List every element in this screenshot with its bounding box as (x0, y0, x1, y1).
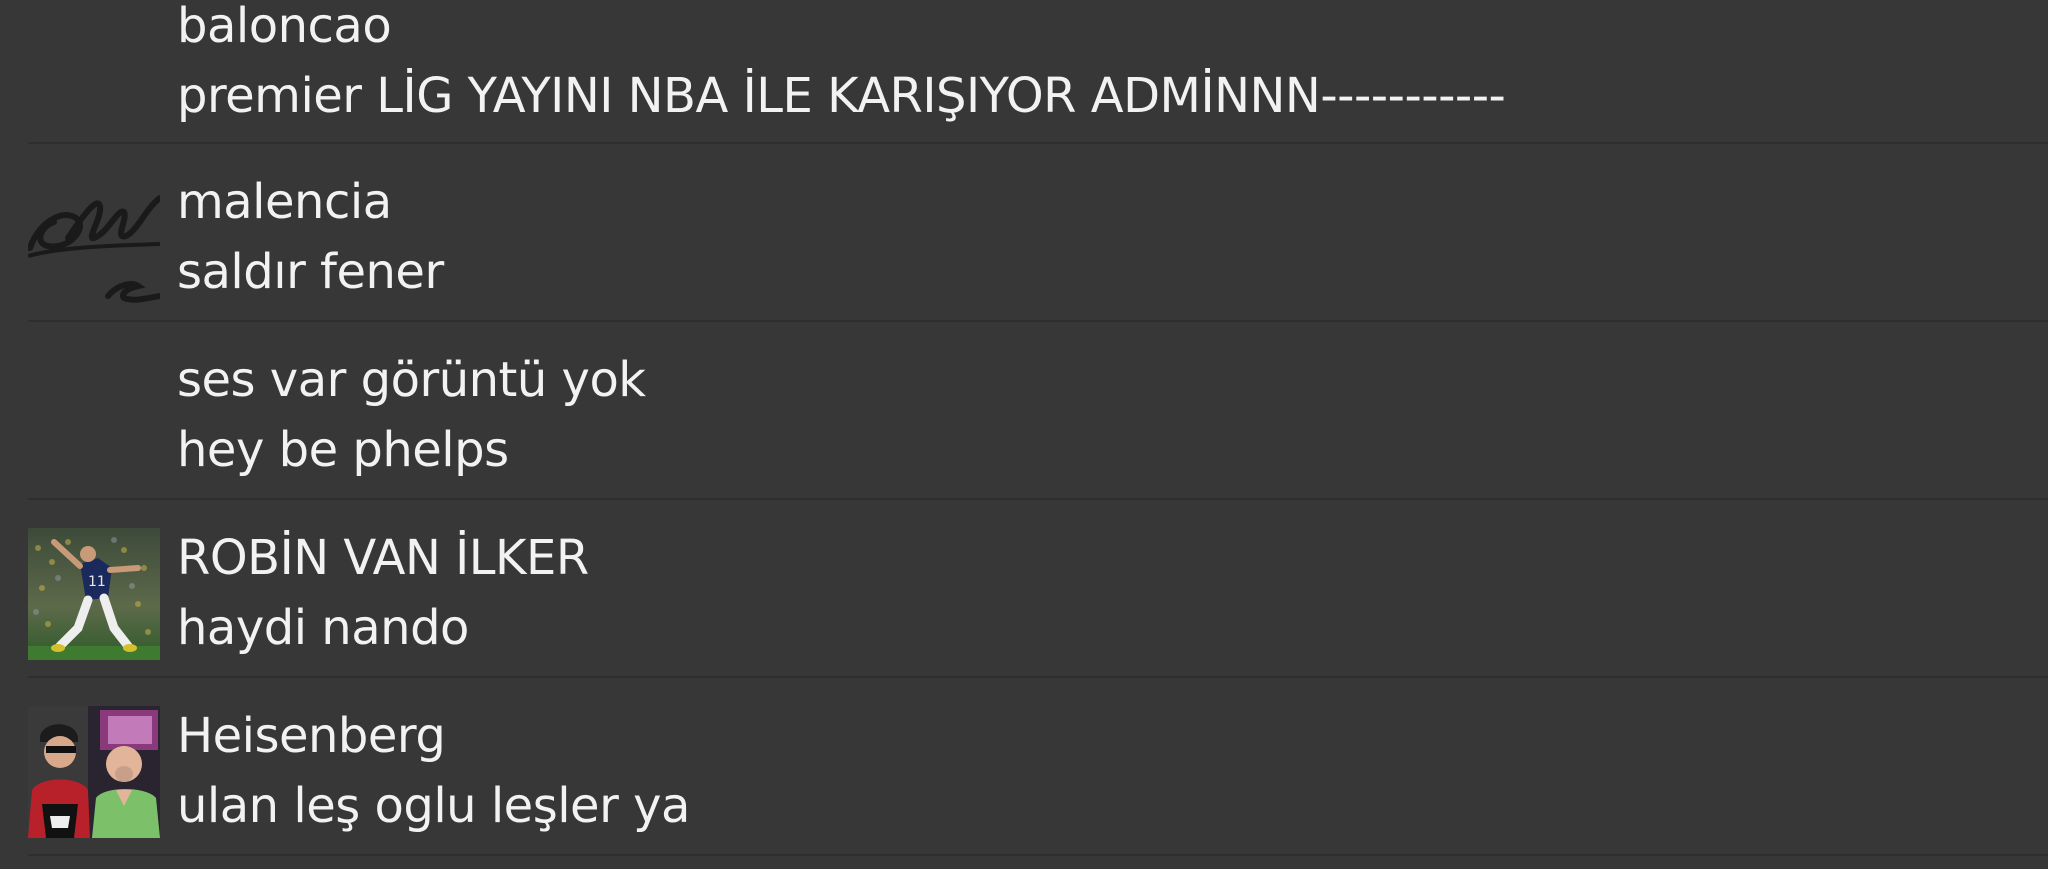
message-text: hey be phelps (177, 422, 509, 478)
message-text: haydi nando (177, 600, 469, 656)
user-avatar[interactable] (28, 178, 160, 310)
message-username[interactable]: Heisenberg (177, 708, 446, 764)
two-men-photo-avatar (28, 706, 160, 838)
svg-text:11: 11 (88, 574, 106, 590)
message-username[interactable]: ses var görüntü yok (177, 352, 646, 408)
message-text: premier LİG YAYINI NBA İLE KARIŞIYOR ADM… (177, 68, 1506, 124)
signature-avatar (28, 178, 160, 310)
chat-message: baloncao premier LİG YAYINI NBA İLE KARI… (28, 0, 2048, 144)
user-avatar[interactable]: 11 (28, 528, 160, 660)
message-text: ulan leş oglu leşler ya (177, 778, 690, 834)
message-text: saldır fener (177, 244, 444, 300)
chat-message: 11 ROBİN VAN İLKER haydi nando (28, 500, 2048, 678)
football-player-avatar: 11 (28, 528, 160, 660)
message-username[interactable]: baloncao (177, 0, 392, 54)
chat-message: ses var görüntü yok hey be phelps (28, 322, 2048, 500)
message-username[interactable]: ROBİN VAN İLKER (177, 530, 589, 586)
chat-message-list: baloncao premier LİG YAYINI NBA İLE KARI… (0, 0, 2048, 869)
chat-message: malencia saldır fener (28, 144, 2048, 322)
chat-message: Heisenberg ulan leş oglu leşler ya (28, 678, 2048, 856)
message-username[interactable]: malencia (177, 174, 392, 230)
user-avatar[interactable] (28, 706, 160, 838)
